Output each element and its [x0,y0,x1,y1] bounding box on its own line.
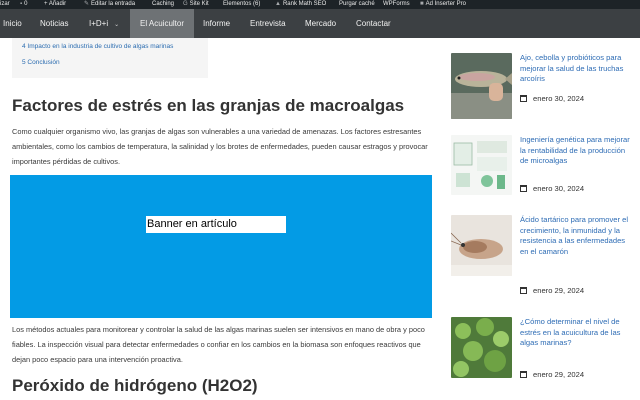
post-thumbnail-shrimp[interactable] [451,215,512,276]
admin-bar-new[interactable]: + Añadir [44,0,66,9]
post-title-link[interactable]: ¿Cómo determinar el nivel de estrés en l… [520,317,632,349]
admin-bar-edit-post[interactable]: ✎ Editar la entrada [84,0,135,9]
calendar-icon [520,95,527,102]
ad-banner[interactable]: Banner en artículo [10,175,432,318]
nav-item-mercado[interactable]: Mercado [305,9,336,38]
toc-item[interactable]: 4 Impacto en la industria de cultivo de … [22,43,173,50]
section-heading: Peróxido de hidrógeno (H2O2) [12,376,258,395]
wp-admin-bar: izar ▪ 0 + Añadir ✎ Editar la entrada Cach… [0,0,640,9]
post-date: enero 30, 2024 [520,94,584,103]
comment-icon: ▪ [20,1,23,7]
nav-item-contactar[interactable]: Contactar [356,9,391,38]
admin-bar-ad-inserter[interactable]: ■ Ad Inserter Pro [420,0,466,9]
admin-bar-customize[interactable]: izar [0,0,10,9]
post-date-text: enero 30, 2024 [533,184,585,193]
admin-bar-caching[interactable]: Caching [152,0,174,9]
post-title-link[interactable]: Ajo, cebolla y probióticos para mejorar … [520,53,632,85]
admin-bar-wpforms[interactable]: WPForms [383,0,410,9]
admin-bar-comments-count: 0 [24,1,28,7]
toc-item[interactable]: 5 Conclusión [22,59,60,66]
main-nav: Inicio Noticias I+D+i ⌄ El Acuicultor Inf… [0,9,640,38]
post-thumbnail-trout[interactable] [451,53,512,119]
calendar-icon [520,371,527,378]
admin-bar-rank-math-label: Rank Math SEO [282,1,327,7]
post-date: enero 29, 2024 [520,286,584,295]
calendar-icon [520,287,527,294]
admin-bar-site-kit-label: Site Kit [189,1,209,7]
post-title-link[interactable]: Ácido tartárico para promover el crecimi… [520,215,632,257]
banner-label: Banner en artículo [146,216,286,233]
nav-item-idi-label: I+D+i [89,19,109,28]
nav-item-idi[interactable]: I+D+i ⌄ [89,9,119,38]
admin-bar-rank-math[interactable]: ▲ Rank Math SEO [275,0,326,9]
rank-math-icon: ▲ [275,1,281,7]
post-date-text: enero 30, 2024 [533,94,585,103]
article-paragraph: Como cualquier organismo vivo, las granj… [12,127,428,166]
admin-bar-elements[interactable]: Elementos (6) [223,0,260,9]
nav-item-el-acuicultor[interactable]: El Acuicultor [130,9,194,38]
post-thumbnail-microalgae[interactable] [451,135,512,195]
table-of-contents: 4 Impacto en la industria de cultivo de … [12,38,208,78]
admin-bar-comments[interactable]: ▪ 0 [20,0,27,9]
google-icon: G [183,1,188,7]
post-title-link[interactable]: Ingeniería genética para mejorar la rent… [520,135,632,167]
post-thumbnail-seaweed[interactable] [451,317,512,378]
nav-item-noticias[interactable]: Noticias [40,9,68,38]
pencil-icon: ✎ [84,1,90,7]
post-date-text: enero 29, 2024 [533,370,585,379]
admin-bar-ad-inserter-label: Ad Inserter Pro [425,1,466,7]
ad-icon: ■ [420,1,424,7]
chevron-down-icon: ⌄ [114,22,120,28]
post-date: enero 30, 2024 [520,184,584,193]
admin-bar-purge-cache[interactable]: Purgar caché [339,0,375,9]
section-heading: Factores de estrés en las granjas de mac… [12,96,405,115]
article-paragraph: Los métodos actuales para monitorear y c… [12,325,425,364]
post-date: enero 29, 2024 [520,370,584,379]
admin-bar-edit-label: Editar la entrada [91,1,136,7]
nav-item-inicio[interactable]: Inicio [3,9,22,38]
post-date-text: enero 29, 2024 [533,286,585,295]
calendar-icon [520,185,527,192]
admin-bar-site-kit[interactable]: G Site Kit [183,0,209,9]
nav-item-entrevista[interactable]: Entrevista [250,9,286,38]
nav-item-informe[interactable]: Informe [203,9,230,38]
